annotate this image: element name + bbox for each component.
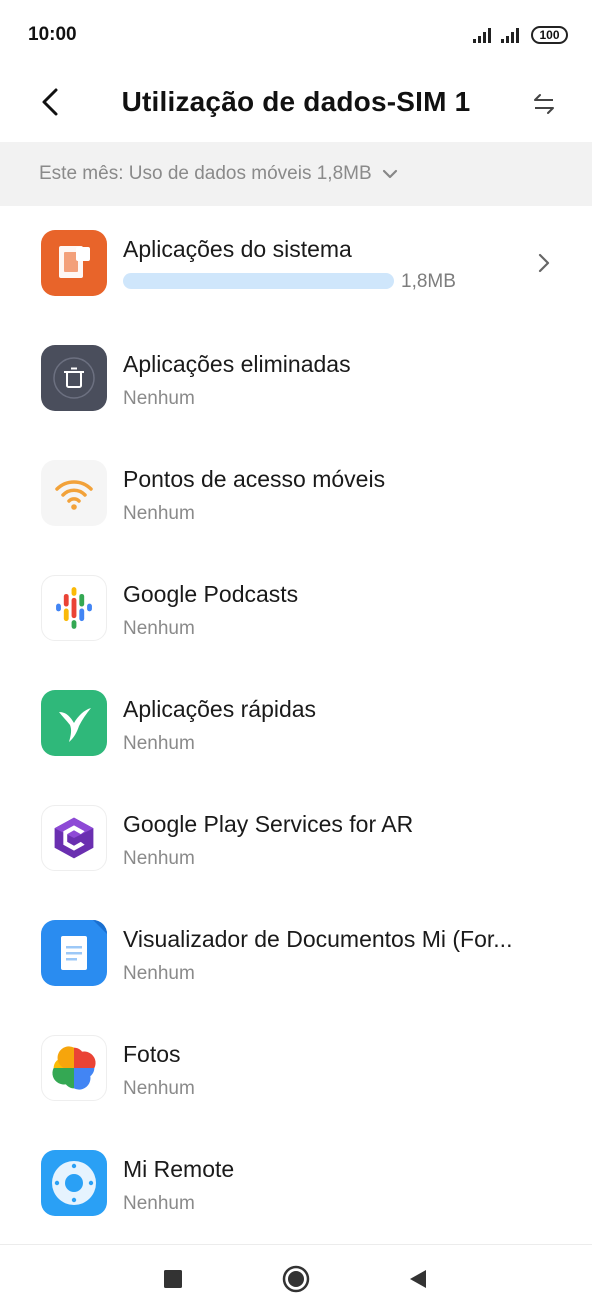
app-name: Aplicações rápidas: [123, 696, 317, 722]
app-name: Aplicações do sistema: [123, 236, 352, 262]
usage-value: Nenhum: [123, 388, 195, 409]
google-podcasts-icon: [41, 575, 107, 641]
list-item-quick-apps[interactable]: Aplicações rápidas Nenhum: [0, 666, 592, 781]
list-item-google-podcasts[interactable]: Google Podcasts Nenhum: [0, 551, 592, 666]
chevron-down-icon: [382, 169, 398, 179]
app-name: Fotos: [123, 1041, 181, 1067]
status-bar: 10:00 100: [0, 0, 592, 70]
back-arrow-icon: [39, 87, 61, 122]
app-name: Pontos de acesso móveis: [123, 466, 386, 492]
back-triangle-icon: [408, 1269, 428, 1294]
switch-sim-button[interactable]: [522, 84, 566, 128]
app-name: Google Play Services for AR: [123, 811, 414, 837]
usage-value: 1,8MB: [401, 271, 456, 292]
recents-button[interactable]: [155, 1263, 191, 1299]
status-icons: 100: [473, 24, 568, 46]
battery-icon: 100: [531, 26, 568, 44]
system-nav-bar: [0, 1244, 592, 1316]
home-button[interactable]: [278, 1263, 314, 1299]
home-circle-icon: [282, 1265, 310, 1298]
google-photos-icon: [41, 1035, 107, 1101]
remote-icon: [41, 1150, 107, 1216]
list-item-mi-document-viewer[interactable]: Visualizador de Documentos Mi (For... Ne…: [0, 896, 592, 1011]
signal-icon: [473, 27, 493, 43]
swap-arrows-icon: [532, 93, 556, 120]
usage-value: Nenhum: [123, 1193, 195, 1214]
usage-value: Nenhum: [123, 503, 195, 524]
usage-value: Nenhum: [123, 1078, 195, 1099]
list-item-play-services-ar[interactable]: Google Play Services for AR Nenhum: [0, 781, 592, 896]
status-time: 10:00: [28, 24, 77, 45]
nav-back-button[interactable]: [400, 1263, 436, 1299]
chevron-right-icon: [532, 251, 556, 275]
list-item-hotspot[interactable]: Pontos de acesso móveis Nenhum: [0, 436, 592, 551]
document-viewer-icon: [41, 920, 107, 986]
period-filter-label: Este mês: Uso de dados móveis 1,8MB: [39, 163, 372, 184]
hummingbird-icon: [41, 690, 107, 756]
app-header: Utilização de dados-SIM 1: [0, 70, 592, 142]
app-name: Visualizador de Documentos Mi (For...: [123, 926, 513, 952]
system-apps-icon: [41, 230, 107, 296]
trash-icon: [41, 345, 107, 411]
list-item-system-apps[interactable]: Aplicações do sistema 1,8MB: [0, 206, 592, 321]
wifi-hotspot-icon: [41, 460, 107, 526]
arcore-icon: [41, 805, 107, 871]
usage-value: Nenhum: [123, 618, 195, 639]
usage-value: Nenhum: [123, 963, 195, 984]
list-item-deleted-apps[interactable]: Aplicações eliminadas Nenhum: [0, 321, 592, 436]
app-usage-list: Aplicações do sistema 1,8MB Aplicações e…: [0, 206, 592, 1241]
list-item-fotos[interactable]: Fotos Nenhum: [0, 1011, 592, 1126]
recents-square-icon: [164, 1269, 182, 1293]
app-name: Google Podcasts: [123, 581, 299, 607]
app-name: Mi Remote: [123, 1156, 235, 1182]
app-name: Aplicações eliminadas: [123, 351, 351, 377]
signal-icon: [501, 27, 523, 43]
list-item-mi-remote[interactable]: Mi Remote Nenhum: [0, 1126, 592, 1241]
usage-value: Nenhum: [123, 733, 195, 754]
page-title: Utilização de dados-SIM 1: [121, 86, 471, 117]
usage-progress-bar: [123, 273, 394, 289]
period-filter-dropdown[interactable]: Este mês: Uso de dados móveis 1,8MB: [0, 142, 592, 206]
usage-value: Nenhum: [123, 848, 195, 869]
back-button[interactable]: [28, 82, 72, 126]
